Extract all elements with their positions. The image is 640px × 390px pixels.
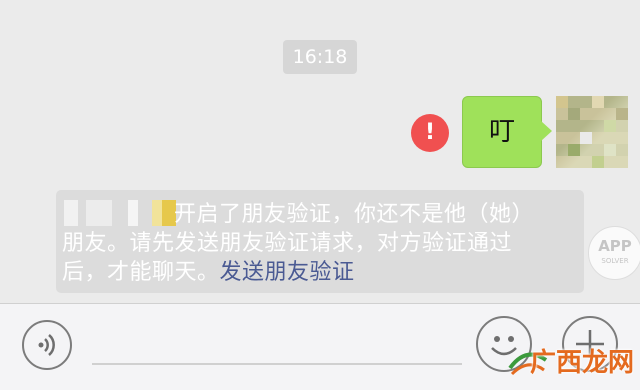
watermark-app-text: APP <box>598 237 632 255</box>
send-failed-exclamation-icon[interactable]: ! <box>411 114 449 152</box>
site-watermark-text: 广西龙网 <box>530 348 635 378</box>
message-timestamp: 16:18 <box>283 40 357 74</box>
avatar[interactable] <box>556 96 628 168</box>
sent-message-bubble[interactable]: 叮 <box>462 96 552 168</box>
notice-text-line1: 开启了朋友验证，你还不是他（她） <box>174 202 535 227</box>
notice-text-line2: 朋友。请先发送朋友验证请求，对方验证通过 <box>62 231 513 256</box>
message-text-input[interactable] <box>92 363 462 365</box>
app-solver-watermark: APP SOLVER <box>588 226 640 280</box>
friend-verification-notice: 开启了朋友验证，你还不是他（她） 朋友。请先发送朋友验证请求，对方验证通过 后，… <box>56 190 584 293</box>
voice-icon <box>38 334 55 356</box>
send-verification-link[interactable]: 发送朋友验证 <box>220 260 355 285</box>
voice-input-button[interactable] <box>22 320 72 370</box>
watermark-solver-text: SOLVER <box>601 257 629 265</box>
notice-text-line3: 后，才能聊天。 <box>62 260 220 285</box>
